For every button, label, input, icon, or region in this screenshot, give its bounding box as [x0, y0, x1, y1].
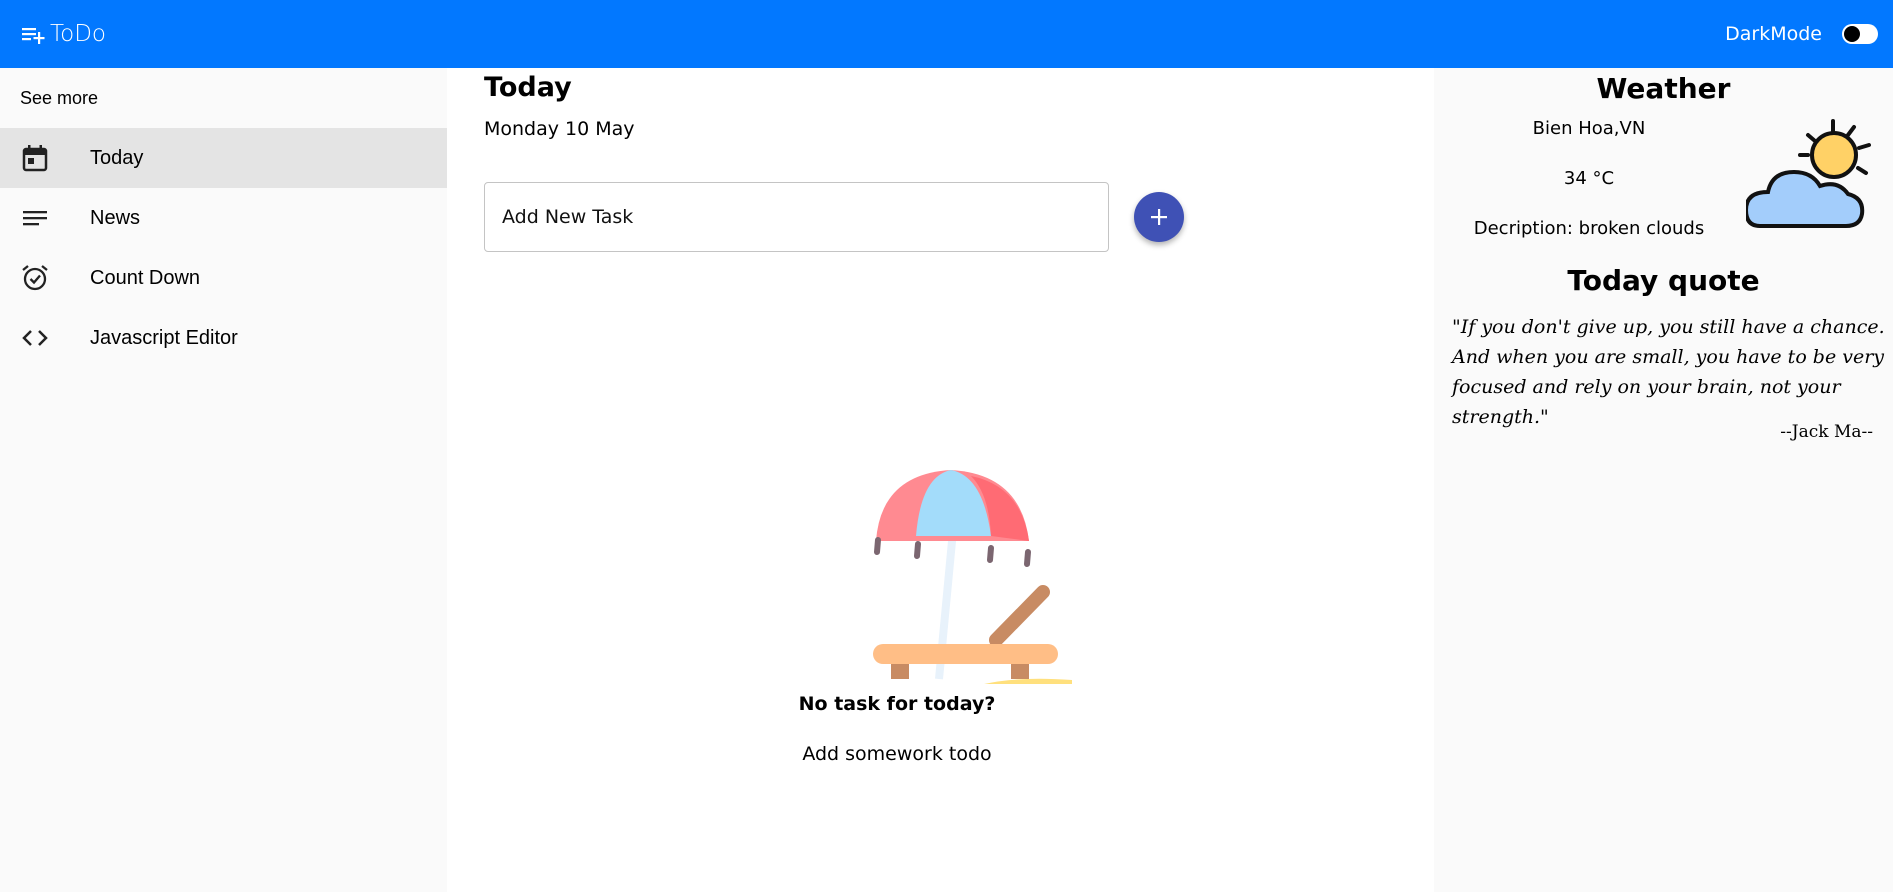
new-task-input[interactable]: [484, 182, 1109, 252]
weather-title: Weather: [1596, 72, 1731, 105]
alarm-icon: [22, 265, 48, 291]
weather-location: Bien Hoa,VN: [1532, 118, 1646, 139]
beach-umbrella-chair-icon: [873, 470, 1072, 684]
sidebar-item-news[interactable]: News: [0, 188, 447, 248]
see-more-link[interactable]: See more: [20, 88, 98, 109]
toggle-knob: [1844, 26, 1860, 42]
page-date: Monday 10 May: [484, 118, 635, 140]
calendar-icon: [22, 145, 48, 172]
sidebar: See more Today News Count Down Javascrip…: [0, 68, 447, 892]
darkmode-toggle[interactable]: [1842, 24, 1878, 44]
plus-icon: [1151, 209, 1167, 225]
page-title: Today: [484, 72, 572, 103]
weather-temperature: 34 °C: [1563, 168, 1615, 189]
right-panel: Weather Bien Hoa,VN 34 °C Decription: br…: [1434, 68, 1893, 892]
quote-title: Today quote: [1567, 264, 1760, 297]
code-icon: [22, 330, 48, 346]
empty-state-subtitle: Add somework todo: [802, 743, 992, 765]
app-title: ToDo: [50, 21, 106, 47]
sun-cloud-icon: [1746, 119, 1871, 228]
add-task-button[interactable]: [1134, 192, 1184, 242]
quote-text: "If you don't give up, you still have a …: [1452, 316, 1885, 428]
sidebar-item-label: Today: [90, 146, 144, 169]
sidebar-item-label: News: [90, 206, 141, 229]
playlist-add-icon: [22, 28, 45, 44]
lines-icon: [23, 211, 47, 226]
darkmode-control: DarkMode: [1725, 0, 1878, 68]
sidebar-item-today[interactable]: Today: [0, 128, 447, 188]
sidebar-item-label: Javascript Editor: [90, 326, 238, 349]
sidebar-item-javascript-editor[interactable]: Javascript Editor: [0, 308, 447, 368]
app-bar: ToDo DarkMode: [0, 0, 1893, 68]
weather-description: Decription: broken clouds: [1473, 218, 1705, 239]
main-panel: Today Monday 10 May No task for today? A…: [447, 68, 1434, 892]
darkmode-label: DarkMode: [1725, 23, 1822, 45]
brand[interactable]: ToDo: [20, 0, 106, 68]
sidebar-item-label: Count Down: [90, 266, 201, 289]
sidebar-item-count-down[interactable]: Count Down: [0, 248, 447, 308]
empty-state-title: No task for today?: [798, 693, 996, 715]
quote-author: --Jack Ma--: [1780, 422, 1873, 442]
